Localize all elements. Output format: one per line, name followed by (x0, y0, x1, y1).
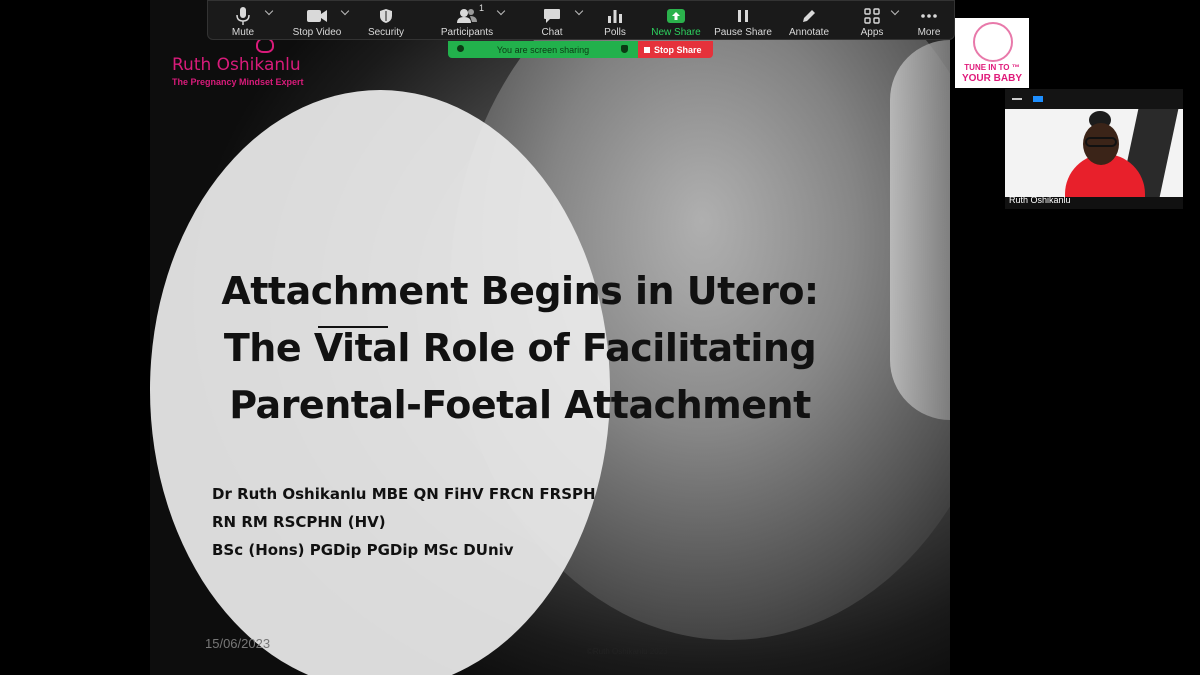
slide-date: 15/06/2023 (205, 636, 271, 651)
author-line-3: BSc (Hons) PGDip PGDip MSc DUniv (212, 541, 514, 559)
participant-name: Ruth Oshikanlu (1009, 195, 1071, 205)
author-line-1: Dr Ruth Oshikanlu MBE QN FiHV FRCN FRSPH (212, 485, 596, 503)
chevron-down-icon[interactable] (496, 6, 506, 16)
apps-button[interactable]: Apps (840, 1, 904, 41)
polls-button[interactable]: Polls (586, 1, 644, 41)
pause-share-button[interactable]: Pause Share (708, 1, 778, 41)
stop-share-button[interactable]: Stop Share (638, 41, 713, 58)
stop-video-label: Stop Video (292, 27, 342, 38)
pause-icon (737, 4, 749, 28)
brand-logo: Ruth Oshikanlu The Pregnancy Mindset Exp… (172, 37, 304, 87)
meeting-toolbar: Mute Stop Video Security 1 Participants … (207, 0, 955, 40)
title-line-1: Attachment Begins in Utero: (221, 269, 819, 313)
more-dots-icon (920, 4, 938, 28)
slide-copyright: ©Ruth Oshikanlu 2023 (587, 647, 668, 656)
participants-label: Participants (440, 27, 494, 38)
apps-label: Apps (860, 27, 884, 38)
chevron-down-icon[interactable] (264, 6, 274, 16)
title-line-3: Parental-Foetal Attachment (229, 383, 811, 427)
video-panel-header[interactable] (1005, 89, 1183, 109)
stop-video-button[interactable]: Stop Video (278, 1, 356, 41)
annotate-label: Annotate (788, 27, 830, 38)
participant-video-panel[interactable]: Ruth Oshikanlu (1005, 89, 1183, 209)
mute-button[interactable]: Mute (208, 1, 278, 41)
pencil-icon (801, 4, 817, 28)
apps-grid-icon (864, 4, 880, 28)
chat-label: Chat (541, 27, 563, 38)
slide-author-credentials: Dr Ruth Oshikanlu MBE QN FiHV FRCN FRSPH… (212, 480, 596, 564)
security-label: Security (367, 27, 405, 38)
more-button[interactable]: More (904, 1, 954, 41)
screen-sharing-banner[interactable]: You are screen sharing (448, 41, 638, 58)
bar-chart-icon (607, 4, 623, 28)
participants-icon (456, 4, 478, 28)
sharing-indicator-icon (457, 45, 464, 52)
logo-line-2: YOUR BABY (961, 73, 1022, 84)
baby-silhouette-icon (973, 22, 1013, 62)
participants-count: 1 (479, 3, 485, 13)
brand-name: Ruth Oshikanlu (172, 55, 301, 75)
pause-share-label: Pause Share (714, 27, 772, 38)
microphone-icon (236, 4, 250, 28)
participant-glasses (1085, 137, 1117, 147)
chevron-down-icon[interactable] (340, 6, 350, 16)
title-line-2: The Vital Role of Facilitating (223, 326, 817, 370)
new-share-button[interactable]: New Share (644, 1, 708, 41)
minimize-icon[interactable] (1012, 98, 1022, 100)
chat-bubble-icon (543, 4, 561, 28)
mute-label: Mute (231, 27, 255, 38)
security-button[interactable]: Security (356, 1, 416, 41)
chat-button[interactable]: Chat (518, 1, 586, 41)
screen-sharing-text: You are screen sharing (496, 44, 590, 55)
maximize-icon[interactable] (1033, 96, 1043, 102)
more-label: More (917, 27, 941, 38)
new-share-label: New Share (651, 27, 701, 38)
shield-icon (379, 4, 393, 28)
stop-square-icon (644, 46, 650, 53)
stop-share-label: Stop Share (654, 44, 702, 55)
share-arrow-icon (667, 4, 685, 28)
participant-video-feed (1005, 109, 1183, 197)
hand-photo-region (890, 40, 950, 420)
logo-line-1: TUNE IN TO ™ (964, 63, 1020, 72)
chevron-down-icon[interactable] (890, 6, 900, 16)
video-camera-icon (306, 4, 328, 28)
polls-label: Polls (604, 27, 626, 38)
participants-button[interactable]: 1 Participants (416, 1, 518, 41)
tune-in-logo: TUNE IN TO ™ YOUR BABY (955, 18, 1029, 88)
brand-tagline: The Pregnancy Mindset Expert (172, 77, 304, 87)
author-line-2: RN RM RSCPHN (HV) (212, 513, 386, 531)
chevron-down-icon[interactable] (574, 6, 584, 16)
shield-icon (621, 45, 628, 53)
title-underline (318, 326, 388, 328)
annotate-button[interactable]: Annotate (778, 1, 840, 41)
slide-title: Attachment Begins in Utero: The Vital Ro… (180, 263, 860, 434)
presentation-slide: Ruth Oshikanlu The Pregnancy Mindset Exp… (150, 0, 950, 675)
